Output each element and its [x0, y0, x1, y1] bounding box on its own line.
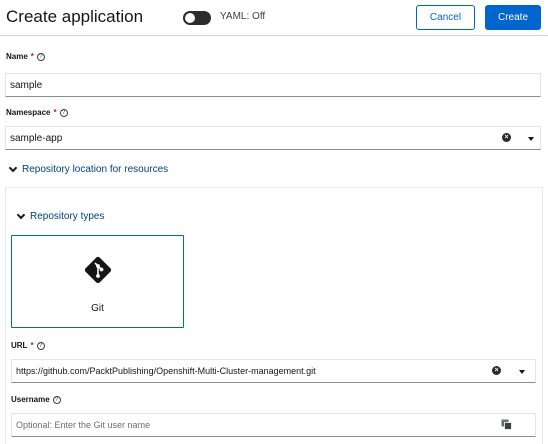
- help-icon[interactable]: ?: [36, 52, 45, 61]
- name-label-text: Name: [6, 52, 28, 61]
- username-label-text: Username: [11, 395, 50, 404]
- git-repository-tile[interactable]: Git: [11, 235, 184, 328]
- repository-location-toggle[interactable]: Repository location for resources: [8, 163, 169, 175]
- cancel-button[interactable]: Cancel: [416, 5, 475, 30]
- clear-icon[interactable]: ×: [502, 133, 511, 142]
- help-icon[interactable]: ?: [52, 395, 61, 404]
- username-placeholder: Optional: Enter the Git user name: [16, 420, 151, 430]
- caret-down-icon[interactable]: [528, 137, 534, 141]
- clear-icon[interactable]: ×: [492, 366, 501, 375]
- yaml-switch[interactable]: [183, 11, 211, 25]
- url-input-value: https://github.com/PacktPublishing/Opens…: [16, 366, 316, 376]
- required-marker: *: [30, 52, 34, 61]
- namespace-label-text: Namespace: [6, 108, 51, 117]
- switch-knob: [185, 13, 195, 23]
- url-input[interactable]: https://github.com/PacktPublishing/Opens…: [11, 359, 536, 383]
- page-title: Create application: [6, 7, 144, 26]
- git-tile-label: Git: [91, 303, 104, 314]
- copy-icon[interactable]: [501, 419, 512, 430]
- chevron-down-icon: [8, 163, 18, 173]
- help-icon[interactable]: ?: [59, 108, 68, 117]
- repository-types-toggle[interactable]: Repository types: [16, 210, 105, 222]
- required-marker: *: [30, 341, 34, 350]
- namespace-select[interactable]: sample-app ×: [5, 126, 541, 150]
- caret-down-icon[interactable]: [519, 370, 525, 374]
- username-input[interactable]: Optional: Enter the Git user name: [11, 413, 536, 437]
- url-label-text: URL: [11, 341, 28, 350]
- name-input[interactable]: sample: [5, 73, 541, 97]
- repository-location-label: Repository location for resources: [22, 164, 169, 175]
- name-field-label: Name * ?: [6, 52, 45, 61]
- git-icon: [84, 256, 112, 284]
- create-button[interactable]: Create: [485, 5, 541, 30]
- repository-types-label: Repository types: [30, 211, 105, 222]
- namespace-select-value: sample-app: [10, 132, 63, 144]
- namespace-field-label: Namespace * ?: [6, 108, 68, 117]
- chevron-down-icon: [16, 210, 26, 220]
- page-header: Create application YAML: Off Cancel Crea…: [0, 0, 548, 36]
- yaml-switch-label: YAML: Off: [220, 11, 266, 22]
- url-field-label: URL * ?: [11, 341, 45, 350]
- help-icon[interactable]: ?: [36, 341, 45, 350]
- username-field-label: Username ?: [11, 395, 61, 404]
- name-input-value: sample: [10, 79, 43, 91]
- required-marker: *: [53, 108, 57, 117]
